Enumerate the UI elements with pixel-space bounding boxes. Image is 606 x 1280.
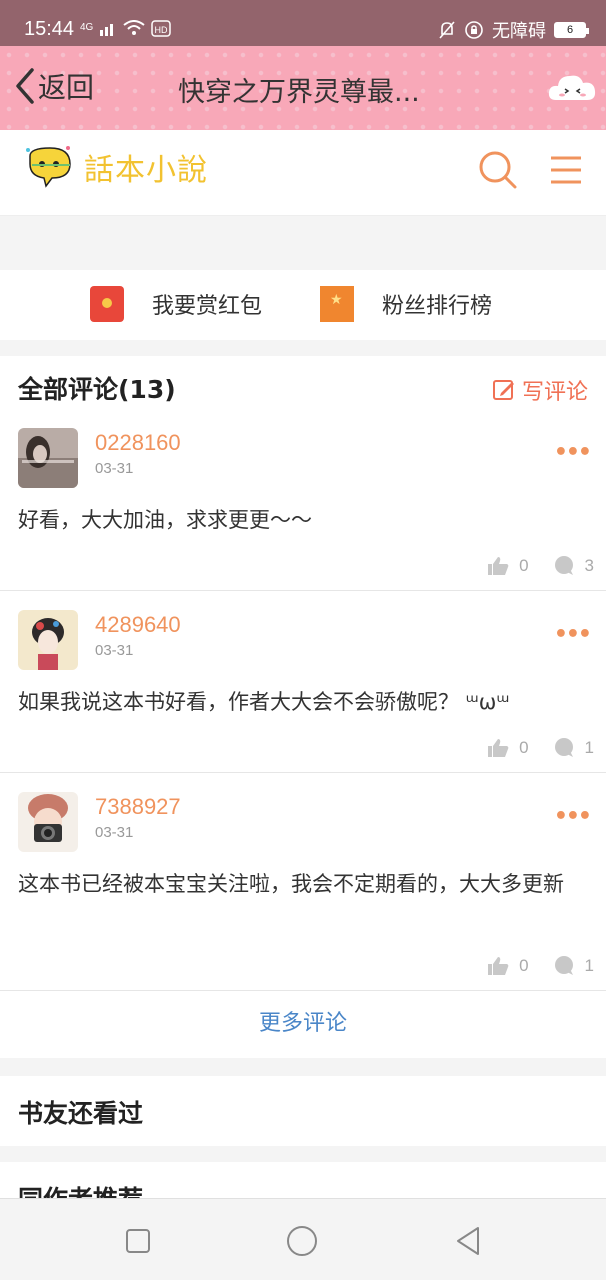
site-header: 話本小說 bbox=[0, 130, 606, 216]
comment-username[interactable]: 4289640 bbox=[95, 612, 181, 638]
reply-count: 1 bbox=[584, 738, 594, 757]
comment-text: 好看，大大加油，求求更更～～ bbox=[18, 508, 312, 532]
reply-bubble-icon[interactable] bbox=[553, 556, 575, 576]
signal-bars-icon bbox=[100, 24, 114, 36]
reply-count: 1 bbox=[584, 956, 594, 975]
actions-row: 我要赏红包 粉丝排行榜 bbox=[0, 270, 606, 340]
edit-icon bbox=[492, 380, 514, 400]
mute-icon bbox=[439, 21, 455, 39]
fans-label: 粉丝排行榜 bbox=[382, 294, 493, 319]
status-left-icons: 4G HD bbox=[80, 18, 172, 38]
site-logo[interactable]: 話本小說 bbox=[22, 142, 208, 192]
status-time: 15:44 bbox=[24, 18, 75, 40]
comment-stats: 0 3 bbox=[487, 556, 594, 576]
signal-icon: 4G bbox=[80, 22, 94, 33]
comment-date: 03-31 bbox=[95, 642, 134, 659]
like-count: 0 bbox=[519, 956, 529, 975]
lock-rotation-icon bbox=[465, 21, 483, 39]
divider-gap bbox=[0, 216, 606, 270]
comments-heading: 全部评论(13) bbox=[18, 375, 176, 404]
reward-label: 我要赏红包 bbox=[152, 294, 263, 319]
section-title: 同作者推荐 bbox=[18, 1180, 143, 1198]
search-icon[interactable] bbox=[478, 150, 518, 190]
nav-bar: 返回 快穿之万界灵尊最... bbox=[0, 46, 606, 130]
reply-count: 3 bbox=[584, 556, 594, 575]
reward-red-packet-button[interactable]: 我要赏红包 bbox=[90, 286, 262, 322]
divider bbox=[0, 772, 606, 773]
battery-icon: 6 bbox=[554, 22, 589, 38]
section-title: 书友还看过 bbox=[18, 1099, 144, 1128]
comment-text: 这本书已经被本宝宝关注啦，我会不定期看的，大大多更新 bbox=[18, 872, 564, 896]
comment-username[interactable]: 0228160 bbox=[95, 430, 181, 456]
logo-text: 話本小說 bbox=[84, 153, 208, 188]
avatar[interactable] bbox=[18, 610, 78, 670]
thumbs-up-icon[interactable] bbox=[487, 956, 509, 976]
comment-date: 03-31 bbox=[95, 460, 134, 477]
more-comments-link[interactable]: 更多评论 bbox=[0, 990, 606, 1058]
comment-username[interactable]: 7388927 bbox=[95, 794, 181, 820]
comment-stats: 0 1 bbox=[487, 738, 594, 758]
back-label: 返回 bbox=[38, 71, 95, 104]
avatar[interactable] bbox=[18, 792, 78, 852]
write-comment-button[interactable]: 写评论 bbox=[492, 374, 588, 406]
more-options-icon[interactable]: ••• bbox=[554, 622, 592, 647]
comments-panel: 全部评论(13) 写评论 0228160 03-31 ••• 好看，大大加油，求… bbox=[0, 356, 606, 1058]
recent-apps-icon[interactable] bbox=[122, 1225, 154, 1257]
home-icon[interactable] bbox=[286, 1225, 318, 1257]
cloud-mascot-icon[interactable] bbox=[546, 68, 598, 104]
red-packet-icon bbox=[90, 286, 124, 322]
reply-bubble-icon[interactable] bbox=[553, 956, 575, 976]
back-triangle-icon[interactable] bbox=[452, 1225, 484, 1257]
menu-icon[interactable] bbox=[548, 152, 584, 188]
thumbs-up-icon[interactable] bbox=[487, 556, 509, 576]
status-bar: 15:44 4G HD 无障碍 6 bbox=[0, 0, 606, 46]
reply-bubble-icon[interactable] bbox=[553, 738, 575, 758]
comment-text: 如果我说这本书好看，作者大大会不会骄傲呢？ ᵚωᵚ bbox=[18, 690, 510, 714]
avatar[interactable] bbox=[18, 428, 78, 488]
more-options-icon[interactable]: ••• bbox=[554, 804, 592, 829]
chevron-left-icon bbox=[16, 68, 34, 104]
system-nav-bar bbox=[0, 1198, 606, 1280]
page-title: 快穿之万界灵尊最... bbox=[178, 77, 420, 108]
like-count: 0 bbox=[519, 556, 529, 575]
svg-text:HD: HD bbox=[155, 25, 168, 35]
back-button[interactable]: 返回 bbox=[12, 66, 94, 106]
comment-stats: 0 1 bbox=[487, 956, 594, 976]
more-options-icon[interactable]: ••• bbox=[554, 440, 592, 465]
accessibility-label: 无障碍 bbox=[492, 21, 546, 41]
same-author-section: 同作者推荐 bbox=[0, 1162, 606, 1198]
thumbs-up-icon[interactable] bbox=[487, 738, 509, 758]
divider bbox=[0, 590, 606, 591]
write-comment-label: 写评论 bbox=[521, 380, 588, 405]
like-count: 0 bbox=[519, 738, 529, 757]
hd-icon: HD bbox=[151, 20, 172, 37]
wifi-icon bbox=[123, 20, 145, 35]
logo-speech-bubble-icon bbox=[26, 146, 71, 188]
also-read-section: 书友还看过 bbox=[0, 1076, 606, 1146]
comment-date: 03-31 bbox=[95, 824, 134, 841]
fans-ranking-button[interactable]: 粉丝排行榜 bbox=[320, 286, 492, 322]
status-right: 无障碍 6 bbox=[438, 17, 589, 43]
ranking-banner-icon bbox=[320, 286, 354, 322]
